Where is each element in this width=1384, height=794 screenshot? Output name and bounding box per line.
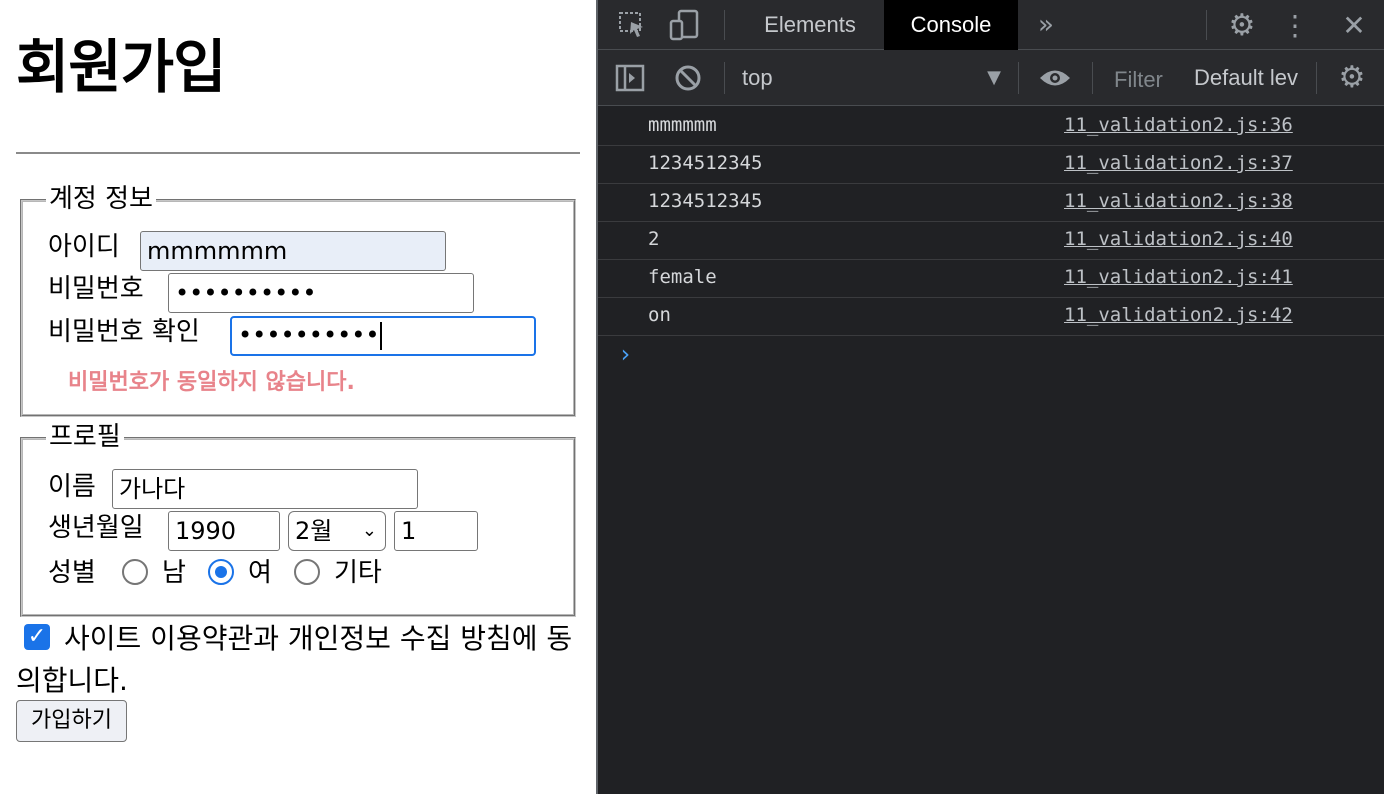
signup-page: 회원가입 계정 정보 아이디 mmmmmm 비밀번호 •••••••••• 비밀… [0,0,596,794]
agree-label: 사이트 이용약관과 개인정보 수집 방침에 동의합니다. [16,622,573,697]
devtools-tabbar: Elements Console » ⚙ ⋮ ✕ [598,0,1384,50]
log-source-link[interactable]: 11_validation2.js:42 [1064,304,1293,326]
password-label: 비밀번호 [48,274,144,304]
log-message: female [648,266,717,288]
device-toolbar-icon[interactable] [668,8,702,42]
birth-month-select[interactable]: 2월 ⌄ [288,511,386,551]
console-log-row: 1234512345 11_validation2.js:37 [598,146,1384,184]
password-confirm-input[interactable]: •••••••••• [230,316,536,356]
dropdown-triangle-icon[interactable]: ▼ [982,64,1006,90]
password-input[interactable]: •••••••••• [168,273,474,313]
inspect-element-icon[interactable] [616,10,648,40]
log-message: on [648,304,671,326]
gender-option-other: 기타 [334,558,382,588]
filter-input[interactable]: Filter [1114,67,1163,93]
log-message: 2 [648,228,660,250]
page-title: 회원가입 [16,33,226,101]
context-selector[interactable]: top [742,65,773,91]
id-input[interactable]: mmmmmm [140,231,446,271]
toolbar-separator [1316,62,1317,94]
console-log-row: on 11_validation2.js:42 [598,298,1384,336]
tab-elements[interactable]: Elements [744,0,876,50]
tabbar-separator [724,10,725,40]
password-mismatch-error: 비밀번호가 동일하지 않습니다. [68,370,355,395]
log-source-link[interactable]: 11_validation2.js:37 [1064,152,1293,174]
gender-radio-male[interactable] [122,559,148,585]
console-log-row: female 11_validation2.js:41 [598,260,1384,298]
name-label: 이름 [48,472,96,502]
gender-option-male: 남 [162,558,186,588]
profile-legend: 프로필 [46,419,124,455]
devtools-panel: Elements Console » ⚙ ⋮ ✕ top ▼ Filter De… [596,0,1384,794]
log-message: 1234512345 [648,190,763,212]
chevron-double-right-icon[interactable]: » [1026,10,1066,40]
clear-console-icon[interactable] [672,62,704,94]
log-message: mmmmmm [648,114,717,136]
gender-option-female: 여 [248,558,272,588]
account-legend: 계정 정보 [46,181,156,217]
console-log-row: mmmmmm 11_validation2.js:36 [598,108,1384,146]
birth-month-value: 2월 [295,517,333,545]
close-icon[interactable]: ✕ [1336,8,1372,42]
log-levels-dropdown[interactable]: Default lev [1194,65,1300,91]
console-prompt-chevron-icon[interactable]: › [618,340,632,368]
log-source-link[interactable]: 11_validation2.js:40 [1064,228,1293,250]
text-caret [379,322,382,350]
toolbar-separator [724,62,725,94]
tab-console[interactable]: Console [884,0,1018,50]
log-source-link[interactable]: 11_validation2.js:41 [1064,266,1293,288]
gender-radio-other[interactable] [294,559,320,585]
id-label: 아이디 [48,232,120,262]
chevron-down-icon: ⌄ [361,520,377,541]
gender-label: 성별 [48,558,96,588]
log-message: 1234512345 [648,152,763,174]
password-confirm-label: 비밀번호 확인 [48,317,200,347]
gender-radio-female[interactable] [208,559,234,585]
password-confirm-value: •••••••••• [238,321,380,349]
console-log-row: 1234512345 11_validation2.js:38 [598,184,1384,222]
console-toolbar: top ▼ Filter Default lev ⚙ [598,50,1384,106]
profile-fieldset: 프로필 이름 가나다 생년월일 1990 2월 ⌄ 1 성별 남 여 기타 [20,419,576,617]
sidebar-toggle-icon[interactable] [614,62,646,94]
title-divider [16,152,580,154]
tabbar-separator [1206,10,1207,40]
name-input[interactable]: 가나다 [112,469,418,509]
birth-day-input[interactable]: 1 [394,511,478,551]
toolbar-separator [1092,62,1093,94]
birth-label: 생년월일 [48,513,144,543]
console-settings-gear-icon[interactable]: ⚙ [1334,60,1370,95]
live-expression-eye-icon[interactable] [1036,62,1074,94]
log-source-link[interactable]: 11_validation2.js:38 [1064,190,1293,212]
submit-button[interactable]: 가입하기 [16,700,127,742]
console-log-row: 2 11_validation2.js:40 [598,222,1384,260]
settings-gear-icon[interactable]: ⚙ [1224,8,1260,43]
account-fieldset: 계정 정보 아이디 mmmmmm 비밀번호 •••••••••• 비밀번호 확인… [20,181,576,417]
more-options-icon[interactable]: ⋮ [1281,8,1309,42]
log-source-link[interactable]: 11_validation2.js:36 [1064,114,1293,136]
toolbar-separator [1018,62,1019,94]
birth-year-input[interactable]: 1990 [168,511,280,551]
